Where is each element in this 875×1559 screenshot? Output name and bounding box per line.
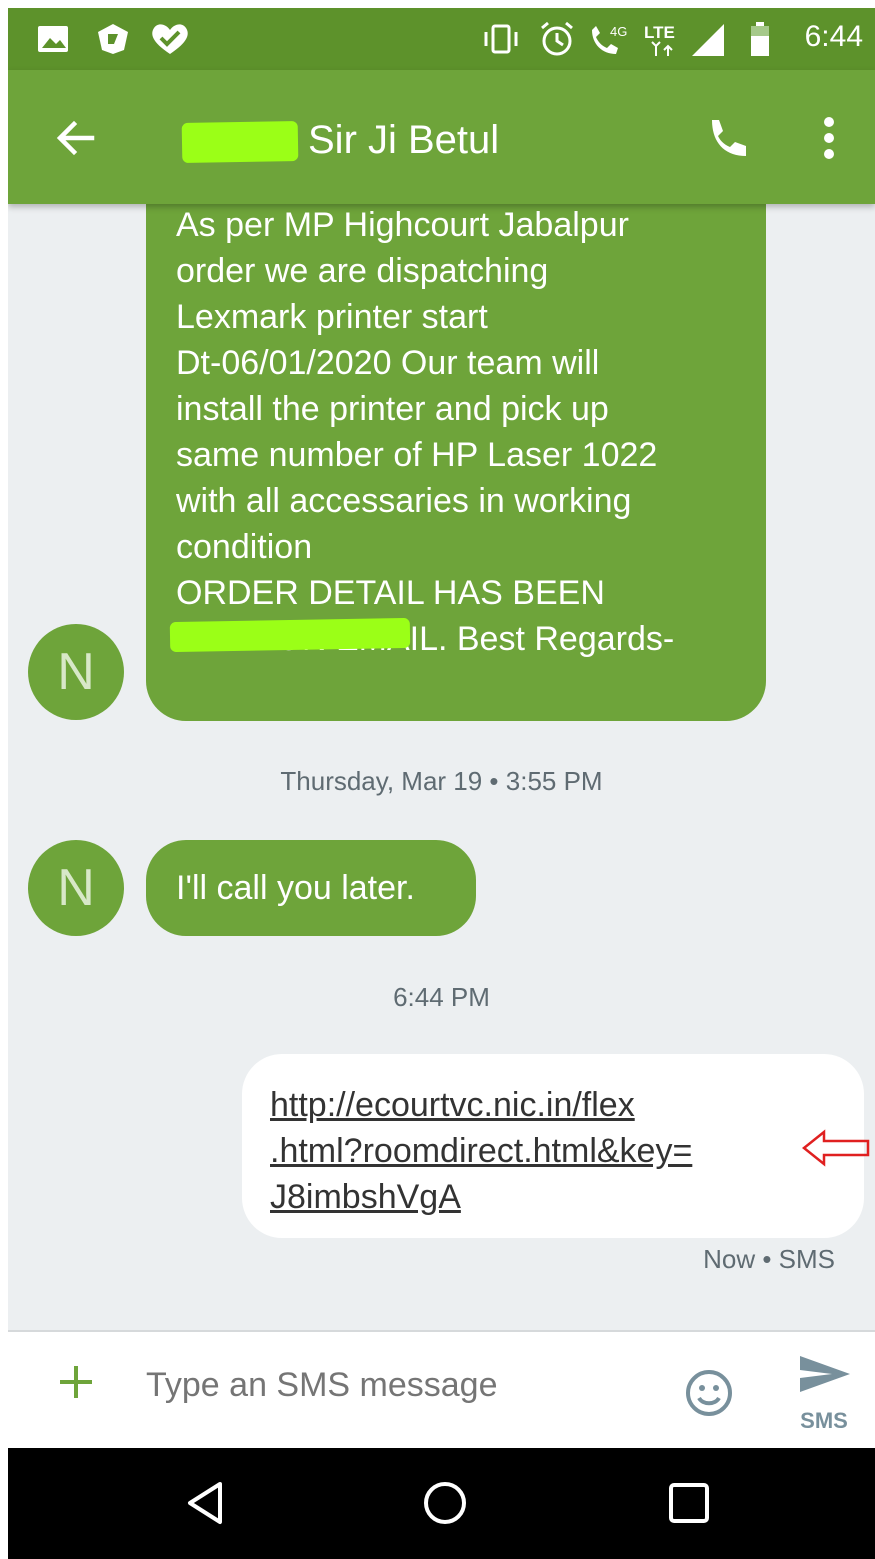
- emoji-icon[interactable]: [684, 1368, 734, 1418]
- battery-icon: [751, 22, 769, 56]
- message-line: order we are dispatching: [176, 252, 549, 290]
- time-separator: 6:44 PM: [393, 982, 490, 1012]
- svg-text:4G: 4G: [610, 24, 627, 39]
- back-arrow-icon[interactable]: [52, 114, 100, 162]
- date-separator: Thursday, Mar 19 • 3:55 PM: [280, 766, 603, 796]
- message-line: Lexmark printer start: [176, 298, 488, 336]
- lte-icon: LTE: [644, 23, 675, 56]
- app-icon: [98, 24, 128, 54]
- link-line: J8imbshVgA: [270, 1178, 461, 1216]
- image-icon: [38, 26, 68, 52]
- nav-home-icon[interactable]: [420, 1478, 470, 1528]
- svg-text:LTE: LTE: [644, 23, 675, 42]
- phone-icon[interactable]: [704, 114, 752, 162]
- more-options-icon[interactable]: [814, 114, 844, 162]
- link-line: .html?roomdirect.html&key=: [270, 1132, 693, 1170]
- annotation-arrow-icon: [801, 1129, 870, 1167]
- redaction-mark: [169, 617, 411, 653]
- message-status: Now • SMS: [703, 1244, 835, 1274]
- compose-bar: SMS: [8, 1330, 875, 1448]
- outgoing-message-bubble[interactable]: http://ecourtvc.nic.in/flex .html?roomdi…: [242, 1054, 864, 1238]
- message-line: install the printer and pick up: [176, 390, 609, 428]
- add-attachment-icon[interactable]: [56, 1362, 96, 1402]
- message-line: with all accessaries in working: [176, 482, 632, 520]
- status-bar: 4G LTE 6:44: [8, 8, 875, 70]
- heart-check-icon: [152, 24, 188, 54]
- message-link[interactable]: http://ecourtvc.nic.in/flex .html?roomdi…: [270, 1082, 836, 1220]
- navigation-bar: [8, 1448, 875, 1559]
- wifi-call-4g-icon: 4G: [592, 24, 627, 54]
- signal-icon: [692, 24, 724, 56]
- message-text: I'll call you later.: [176, 869, 415, 907]
- nav-recents-icon[interactable]: [664, 1478, 714, 1528]
- conversation-header: Sir Ji Betul: [8, 70, 875, 204]
- contact-name[interactable]: Sir Ji Betul: [308, 118, 499, 163]
- message-input[interactable]: [146, 1366, 666, 1405]
- message-line: Dt-06/01/2020 Our team will: [176, 344, 600, 382]
- message-line: condition: [176, 528, 313, 566]
- incoming-message-bubble[interactable]: As per MP Highcourt Jabalpur order we ar…: [146, 158, 766, 721]
- vibrate-icon: [484, 24, 518, 54]
- incoming-message-bubble[interactable]: I'll call you later.: [146, 840, 476, 936]
- avatar[interactable]: N: [28, 624, 124, 720]
- clock: 6:44: [804, 20, 863, 53]
- message-line: As per MP Highcourt Jabalpur: [176, 206, 629, 244]
- avatar[interactable]: N: [28, 840, 124, 936]
- send-label: SMS: [800, 1408, 848, 1433]
- nav-back-icon[interactable]: [180, 1478, 230, 1528]
- link-line: http://ecourtvc.nic.in/flex: [270, 1086, 635, 1124]
- send-button[interactable]: SMS: [796, 1352, 852, 1433]
- messaging-app: 4G LTE 6:44 Sir Ji Betul N As per MP Hig…: [8, 8, 875, 1559]
- message-line: ORDER DETAIL HAS BEEN: [176, 574, 605, 612]
- message-line: same number of HP Laser 1022: [176, 436, 658, 474]
- alarm-icon: [541, 21, 573, 56]
- send-icon: [800, 1356, 850, 1392]
- redaction-mark: [181, 120, 299, 164]
